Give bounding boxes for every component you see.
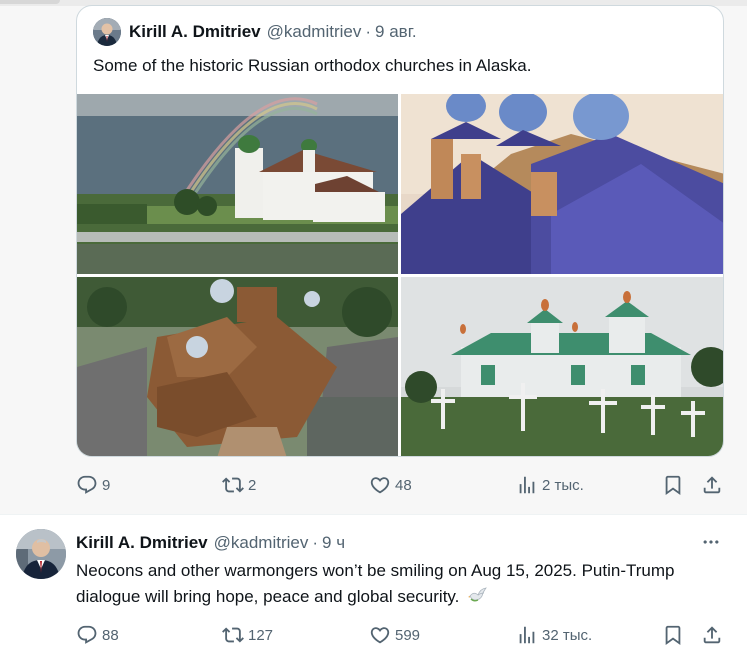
more-options-button[interactable]	[696, 530, 726, 554]
repost-count: 2	[248, 476, 257, 494]
quoted-tweet-actions: 9 2 48 2 тыс.	[76, 470, 726, 500]
share-icon	[703, 476, 721, 494]
like-button[interactable]: 48	[369, 470, 412, 500]
tweet-header: Kirill A. Dmitriev @kadmitriev · 9 ч	[76, 530, 345, 556]
author-avatar[interactable]	[16, 529, 66, 579]
separator-dot: ·	[312, 533, 319, 552]
views-icon	[519, 476, 535, 494]
scroll-edge-marker	[0, 0, 60, 4]
quoted-tweet-card[interactable]: Kirill A. Dmitriev @kadmitriev · 9 авг. …	[76, 5, 724, 457]
like-count: 599	[395, 626, 421, 644]
dove-emoji	[468, 585, 488, 611]
tweet-text: Neocons and other warmongers won’t be sm…	[76, 558, 716, 611]
tweet-actions: 88 127 599 32 тыс.	[76, 620, 726, 650]
author-handle[interactable]: @kadmitriev	[214, 533, 309, 553]
share-button[interactable]	[701, 470, 723, 500]
quoted-tweet-text: Some of the historic Russian orthodox ch…	[93, 56, 532, 75]
reply-icon	[77, 475, 97, 494]
views-button[interactable]: 32 тыс.	[516, 620, 592, 650]
bookmark-button[interactable]	[662, 470, 684, 500]
share-button[interactable]	[701, 620, 723, 650]
views-count: 32 тыс.	[542, 626, 593, 644]
views-button[interactable]: 2 тыс.	[516, 470, 584, 500]
reply-button[interactable]: 9	[76, 470, 110, 500]
share-icon	[703, 626, 721, 644]
bookmark-icon	[665, 475, 681, 496]
repost-icon	[222, 627, 244, 643]
post-divider	[0, 514, 747, 515]
heart-icon	[370, 627, 390, 644]
reply-button[interactable]: 88	[76, 620, 119, 650]
quoted-tweet-timestamp[interactable]: 9 авг.	[375, 22, 417, 42]
quoted-tweet-header: Kirill A. Dmitriev @kadmitriev · 9 авг.	[93, 17, 417, 47]
church-with-rainbow-photo[interactable]	[77, 94, 398, 274]
separator-dot: ·	[365, 22, 372, 41]
quoted-author-handle[interactable]: @kadmitriev	[267, 22, 362, 42]
like-button[interactable]: 599	[369, 620, 420, 650]
repost-button[interactable]: 127	[222, 620, 273, 650]
heart-icon	[370, 477, 390, 494]
views-icon	[519, 626, 535, 644]
wooden-church-aerial-photo[interactable]	[77, 277, 398, 456]
tweet-timestamp[interactable]: 9 ч	[322, 533, 345, 553]
reply-icon	[77, 625, 97, 644]
bookmark-button[interactable]	[662, 620, 684, 650]
views-count: 2 тыс.	[542, 476, 584, 494]
author-name[interactable]: Kirill A. Dmitriev	[76, 533, 208, 553]
reply-count: 88	[102, 626, 119, 644]
repost-count: 127	[248, 626, 274, 644]
repost-button[interactable]: 2	[222, 470, 256, 500]
like-count: 48	[395, 476, 412, 494]
more-dots-icon	[703, 540, 719, 544]
blue-onion-domes-photo[interactable]	[401, 94, 723, 274]
repost-icon	[222, 477, 244, 493]
quoted-author-avatar[interactable]	[93, 18, 121, 46]
tweet-text-body: Neocons and other warmongers won’t be sm…	[76, 561, 675, 606]
media-grid	[77, 94, 723, 456]
bookmark-icon	[665, 625, 681, 646]
quoted-author-name[interactable]: Kirill A. Dmitriev	[129, 22, 261, 42]
reply-count: 9	[102, 476, 111, 494]
green-roof-church-cemetery-photo[interactable]	[401, 277, 723, 456]
